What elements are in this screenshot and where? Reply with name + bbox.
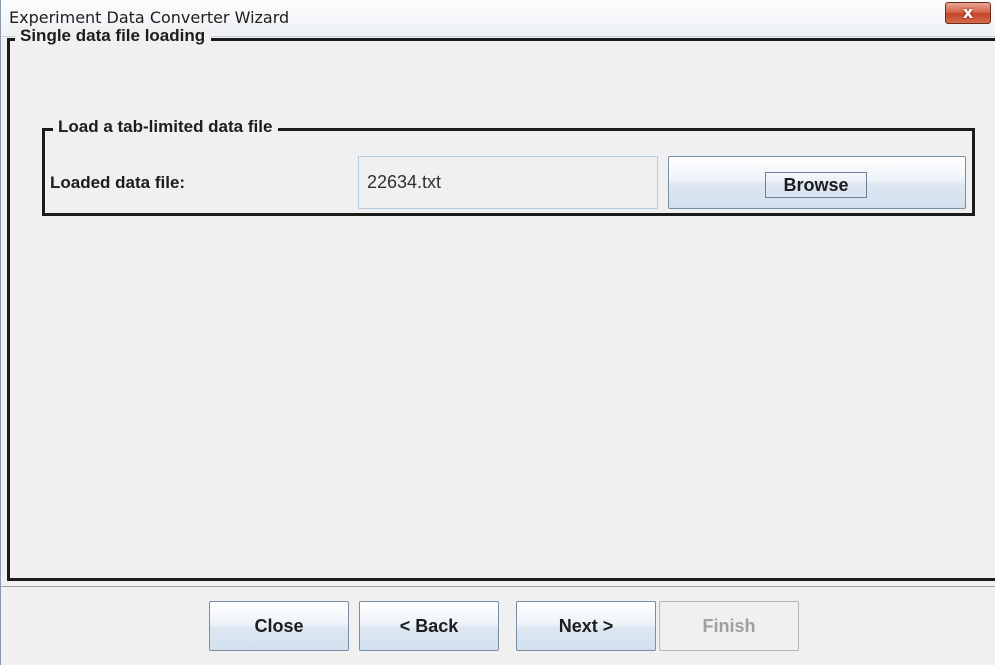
next-button[interactable]: Next > — [516, 601, 656, 651]
back-button[interactable]: < Back — [359, 601, 499, 651]
single-file-loading-title: Single data file loading — [15, 26, 212, 46]
close-icon: x — [962, 3, 974, 22]
browse-button[interactable]: Browse — [668, 156, 966, 209]
loaded-data-file-field[interactable]: 22634.txt — [358, 156, 658, 209]
window-title: Experiment Data Converter Wizard — [9, 8, 290, 27]
browse-button-label: Browse — [765, 172, 867, 198]
window-close-button[interactable]: x — [945, 2, 991, 24]
loaded-data-file-label: Loaded data file: — [50, 173, 186, 192]
finish-button: Finish — [659, 601, 799, 651]
close-button[interactable]: Close — [209, 601, 349, 651]
wizard-window: Experiment Data Converter Wizard x Singl… — [0, 0, 995, 665]
load-data-file-title: Load a tab-limited data file — [53, 117, 279, 137]
